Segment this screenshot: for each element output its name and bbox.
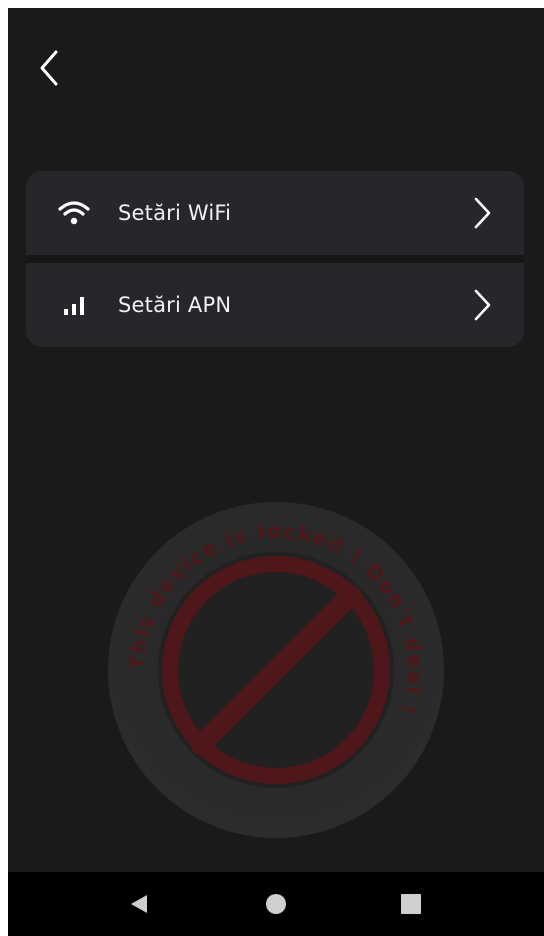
chevron-right-icon (470, 195, 494, 231)
chevron-left-icon (40, 50, 58, 86)
nav-back-button[interactable] (120, 886, 156, 922)
chevron-right-icon (470, 287, 494, 323)
nav-recents-button[interactable] (393, 886, 429, 922)
nav-home-button[interactable] (258, 886, 294, 922)
back-button[interactable] (30, 46, 70, 90)
wifi-settings-item[interactable]: Setări WiFi (26, 171, 524, 255)
settings-screen: Setări WiFi Setări APN This device is lo… (8, 8, 544, 936)
square-recents-icon (401, 894, 421, 914)
locked-device-watermark: This device is locked ! Don't deal ! (106, 500, 446, 840)
apn-settings-label: Setări APN (118, 293, 232, 317)
triangle-back-icon (131, 895, 147, 913)
system-navigation-bar (8, 872, 544, 936)
settings-menu: Setări WiFi Setări APN (26, 171, 524, 347)
signal-bars-icon (56, 287, 92, 323)
prohibited-stamp-icon: This device is locked ! Don't deal ! (108, 502, 444, 838)
apn-settings-item[interactable]: Setări APN (26, 263, 524, 347)
wifi-icon (56, 195, 92, 231)
circle-home-icon (266, 894, 286, 914)
wifi-settings-label: Setări WiFi (118, 201, 232, 225)
